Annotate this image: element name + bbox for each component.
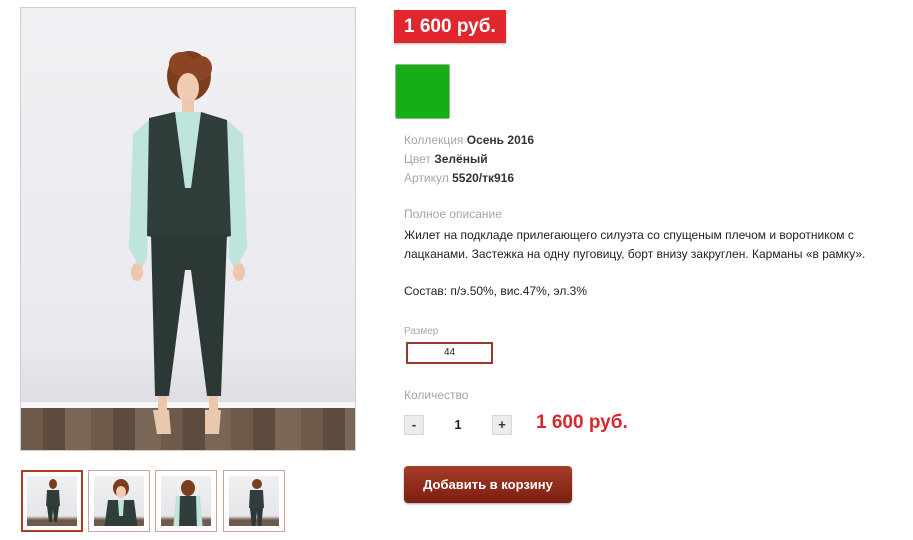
add-to-cart-button[interactable]: Добавить в корзину: [404, 466, 572, 503]
quantity-decrease-button[interactable]: -: [404, 415, 424, 435]
quantity-value[interactable]: 1: [446, 417, 470, 432]
property-value: Осень 2016: [466, 133, 535, 147]
quantity-increase-button[interactable]: +: [492, 415, 512, 435]
description-label: Полное описание: [404, 207, 502, 221]
property-label: Коллекция: [404, 133, 464, 147]
property-collection: Коллекция Осень 2016: [404, 131, 534, 150]
property-value: 5520/тк916: [452, 171, 515, 185]
thumbnail-image-front: [27, 476, 77, 526]
thumbnail-1[interactable]: [21, 470, 83, 532]
thumbnail-figure: [104, 479, 138, 526]
thumbnail-image-side: [229, 476, 279, 526]
thumbnail-figure: [173, 480, 203, 526]
price-badge: 1 600 руб.: [394, 10, 506, 43]
thumbnail-4[interactable]: [223, 470, 285, 532]
thumbnail-figure: [249, 479, 264, 526]
total-price: 1 600 руб.: [536, 412, 628, 433]
color-swatch[interactable]: [395, 64, 450, 119]
thumbnail-figure: [46, 479, 60, 522]
thumbnail-image-closeup: [94, 476, 144, 526]
description-text: Жилет на подкладе прилегающего силуэта с…: [404, 228, 866, 261]
main-product-photo[interactable]: [20, 7, 356, 451]
property-article: Артикул 5520/тк916: [404, 169, 534, 188]
size-option-44[interactable]: 44: [406, 342, 493, 364]
thumbnail-3[interactable]: [155, 470, 217, 532]
quantity-label: Количество: [404, 388, 469, 402]
property-label: Цвет: [404, 152, 431, 166]
property-color: Цвет Зелёный: [404, 150, 534, 169]
model-figure: [129, 51, 247, 434]
size-label: Размер: [404, 326, 439, 337]
thumbnail-2[interactable]: [88, 470, 150, 532]
product-properties: Коллекция Осень 2016 Цвет Зелёный Артику…: [404, 131, 534, 188]
composition-text: Состав: п/э.50%, вис.47%, эл.3%: [404, 284, 588, 298]
property-label: Артикул: [404, 171, 449, 185]
property-value: Зелёный: [434, 152, 488, 166]
thumbnail-image-back: [161, 476, 211, 526]
